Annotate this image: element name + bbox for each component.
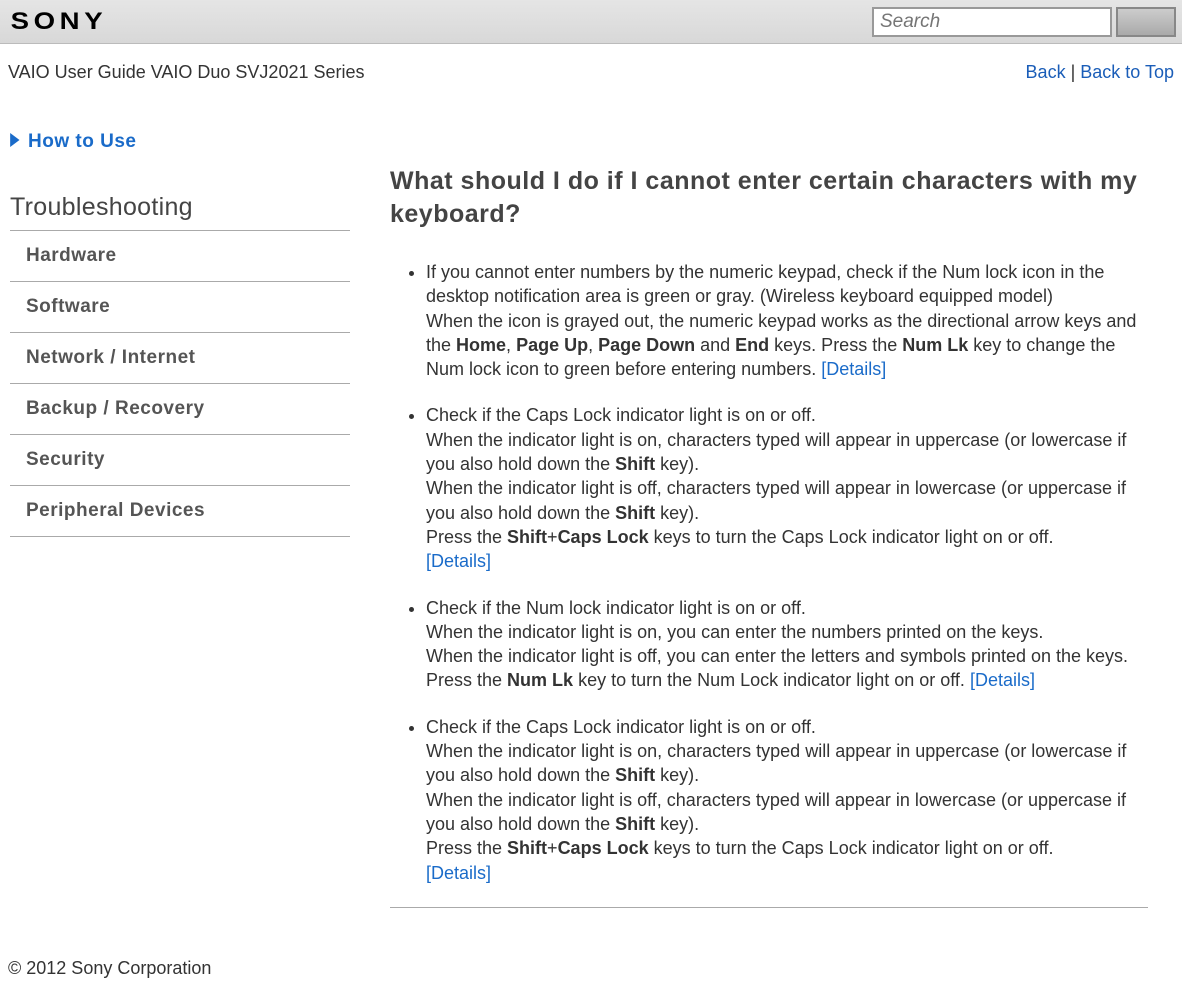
how-to-use-label: How to Use (28, 131, 136, 153)
nav-links: Back | Back to Top (1026, 62, 1174, 83)
header-bar: SONY (0, 0, 1182, 44)
list-item: Check if the Caps Lock indicator light i… (426, 715, 1148, 885)
main-content: What should I do if I cannot enter certa… (390, 131, 1172, 908)
list-item: Check if the Num lock indicator light is… (426, 596, 1148, 693)
subheader: VAIO User Guide VAIO Duo SVJ2021 Series … (0, 44, 1182, 91)
search-container (872, 7, 1176, 37)
sidebar-item-backup-recovery[interactable]: Backup / Recovery (10, 384, 350, 435)
sidebar-item-peripheral-devices[interactable]: Peripheral Devices (10, 486, 350, 537)
sidebar-item-security[interactable]: Security (10, 435, 350, 486)
details-link[interactable]: [Details] (821, 359, 886, 379)
details-link[interactable]: [Details] (426, 551, 491, 571)
brand-logo: SONY (6, 8, 107, 36)
content-wrap: How to Use Troubleshooting Hardware Soft… (0, 91, 1182, 928)
article-list: If you cannot enter numbers by the numer… (390, 260, 1148, 885)
copyright-text: © 2012 Sony Corporation (8, 958, 211, 978)
search-input[interactable] (872, 7, 1112, 37)
page-subtitle: VAIO User Guide VAIO Duo SVJ2021 Series (8, 62, 365, 83)
details-link[interactable]: [Details] (970, 670, 1035, 690)
list-item: If you cannot enter numbers by the numer… (426, 260, 1148, 381)
details-link[interactable]: [Details] (426, 863, 491, 883)
sidebar-item-network-internet[interactable]: Network / Internet (10, 333, 350, 384)
sidebar-item-software[interactable]: Software (10, 282, 350, 333)
sidebar-item-hardware[interactable]: Hardware (10, 231, 350, 282)
back-to-top-link[interactable]: Back to Top (1080, 62, 1174, 82)
back-link[interactable]: Back (1026, 62, 1066, 82)
chevron-right-icon (10, 131, 22, 153)
footer: © 2012 Sony Corporation (0, 928, 1182, 999)
troubleshooting-heading: Troubleshooting (10, 193, 350, 222)
how-to-use-link[interactable]: How to Use (10, 131, 350, 153)
sidebar: How to Use Troubleshooting Hardware Soft… (10, 131, 350, 908)
article-title: What should I do if I cannot enter certa… (390, 165, 1148, 230)
list-item: Check if the Caps Lock indicator light i… (426, 403, 1148, 573)
article-divider (390, 907, 1148, 908)
search-button[interactable] (1116, 7, 1176, 37)
